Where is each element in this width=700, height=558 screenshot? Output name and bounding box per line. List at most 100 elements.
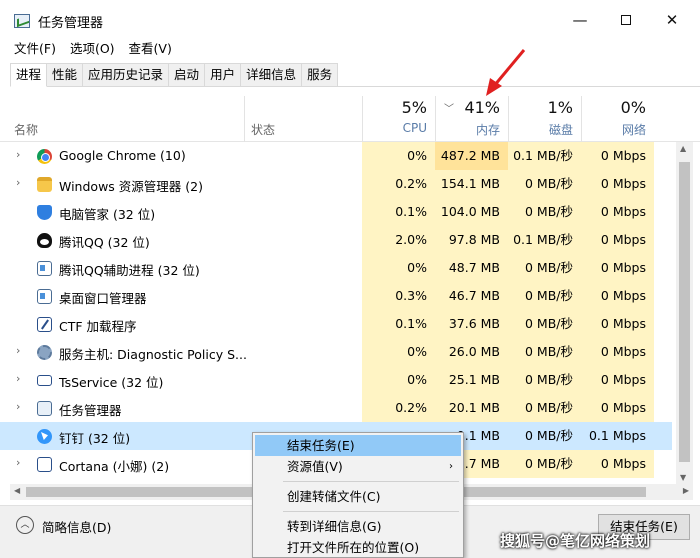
context-end-task[interactable]: 结束任务(E) <box>255 435 461 456</box>
memory-value: 46.7 MB <box>435 282 508 310</box>
network-value: 0 Mbps <box>581 226 654 254</box>
minimize-button[interactable]: — <box>568 10 592 30</box>
process-row[interactable]: 桌面窗口管理器 0.3% 46.7 MB 0 MB/秒 0 Mbps <box>0 282 672 310</box>
context-create-dump-label: 创建转储文件(C) <box>287 489 381 504</box>
network-value: 0.1 Mbps <box>581 422 654 450</box>
disk-value: 0 MB/秒 <box>508 450 581 478</box>
column-memory-label: 内存 <box>475 123 500 137</box>
title-bar: 任务管理器 — ✕ <box>0 0 700 38</box>
watermark: 搜狐号@笔亿网络策划 <box>500 532 651 550</box>
scroll-up-icon[interactable]: ▲ <box>680 144 686 153</box>
menu-separator <box>283 511 459 512</box>
task-manager-icon <box>37 401 52 416</box>
memory-value: 154.1 MB <box>435 170 508 198</box>
tab-details[interactable]: 详细信息 <box>240 63 303 86</box>
process-name: TsService (32 位) <box>59 375 164 390</box>
column-network[interactable]: 0% 网络 <box>581 96 654 142</box>
column-status[interactable]: 状态 <box>244 96 362 142</box>
vertical-scrollbar[interactable]: ▲ ▼ <box>676 142 693 484</box>
cpu-value: 0.2% <box>362 394 435 422</box>
cortana-icon <box>37 457 52 472</box>
memory-value: 26.0 MB <box>435 338 508 366</box>
menu-view[interactable]: 查看(V) <box>122 38 179 60</box>
network-value: 0 Mbps <box>581 338 654 366</box>
scroll-right-icon[interactable]: ▶ <box>683 486 689 495</box>
network-value: 0 Mbps <box>581 450 654 478</box>
process-row[interactable]: › Google Chrome (10) 0% 487.2 MB 0.1 MB/… <box>0 142 672 170</box>
process-row[interactable]: 腾讯QQ辅助进程 (32 位) 0% 48.7 MB 0 MB/秒 0 Mbps <box>0 254 672 282</box>
monitor-icon <box>37 375 52 386</box>
scroll-down-icon[interactable]: ▼ <box>680 473 686 482</box>
network-value: 0 Mbps <box>581 170 654 198</box>
context-go-to-details-label: 转到详细信息(G) <box>287 519 382 534</box>
maximize-button[interactable] <box>614 10 638 30</box>
window-icon <box>37 261 52 276</box>
submenu-arrow-icon: › <box>449 461 453 472</box>
process-row[interactable]: › 任务管理器 0.2% 20.1 MB 0 MB/秒 0 Mbps <box>0 394 672 422</box>
cpu-value: 2.0% <box>362 226 435 254</box>
context-resource-values[interactable]: 资源值(V) › <box>255 456 461 477</box>
context-go-to-details[interactable]: 转到详细信息(G) <box>255 516 461 537</box>
dingtalk-icon <box>37 429 52 444</box>
disk-value: 0 MB/秒 <box>508 310 581 338</box>
network-value: 0 Mbps <box>581 366 654 394</box>
shield-icon <box>37 205 52 220</box>
tab-performance[interactable]: 性能 <box>46 63 84 86</box>
memory-value: 25.1 MB <box>435 366 508 394</box>
process-name: Cortana (小娜) (2) <box>59 459 170 474</box>
context-open-file-location[interactable]: 打开文件所在的位置(O) <box>255 537 461 558</box>
expand-chevron-icon[interactable]: › <box>16 372 20 385</box>
context-create-dump[interactable]: 创建转储文件(C) <box>255 486 461 507</box>
context-resource-values-label: 资源值(V) <box>287 459 343 474</box>
cpu-value: 0.3% <box>362 282 435 310</box>
tab-app-history[interactable]: 应用历史记录 <box>82 63 170 86</box>
scroll-left-icon[interactable]: ◀ <box>14 486 20 495</box>
tab-processes[interactable]: 进程 <box>10 63 48 87</box>
process-row[interactable]: 腾讯QQ (32 位) 2.0% 97.8 MB 0.1 MB/秒 0 Mbps <box>0 226 672 254</box>
menu-file[interactable]: 文件(F) <box>0 38 63 60</box>
task-manager-icon <box>14 14 30 28</box>
menu-options[interactable]: 选项(O) <box>63 38 122 60</box>
tab-services[interactable]: 服务 <box>301 63 339 86</box>
expand-chevron-icon[interactable]: › <box>16 400 20 413</box>
column-cpu-label: CPU <box>402 121 427 135</box>
column-disk-label: 磁盘 <box>548 123 573 137</box>
tab-startup[interactable]: 启动 <box>168 63 206 86</box>
process-name: 服务主机: Diagnostic Policy S... <box>59 347 247 362</box>
process-list: › Google Chrome (10) 0% 487.2 MB 0.1 MB/… <box>0 142 672 482</box>
cpu-value: 0% <box>362 142 435 170</box>
column-disk[interactable]: 1% 磁盘 <box>508 96 581 142</box>
chevron-up-icon[interactable]: ︿ <box>16 516 34 534</box>
window-icon <box>37 289 52 304</box>
memory-value: 97.8 MB <box>435 226 508 254</box>
column-memory[interactable]: ﹀ 41% 内存 <box>435 96 508 142</box>
network-value: 0 Mbps <box>581 310 654 338</box>
expand-chevron-icon[interactable]: › <box>16 176 20 189</box>
column-name-label: 名称 <box>14 123 39 137</box>
menu-separator <box>283 481 459 482</box>
tab-bar: 进程 性能 应用历史记录 启动 用户 详细信息 服务 <box>10 63 700 87</box>
fewer-details-link[interactable]: 简略信息(D) <box>42 517 111 536</box>
network-value: 0 Mbps <box>581 394 654 422</box>
disk-value: 0 MB/秒 <box>508 366 581 394</box>
tab-users[interactable]: 用户 <box>204 63 242 86</box>
chrome-icon <box>37 149 52 164</box>
expand-chevron-icon[interactable]: › <box>16 344 20 357</box>
gear-icon <box>37 345 52 360</box>
cpu-value: 0.1% <box>362 198 435 226</box>
annotation-arrow-icon <box>486 49 526 96</box>
network-value: 0 Mbps <box>581 142 654 170</box>
disk-value: 0.1 MB/秒 <box>508 226 581 254</box>
process-row[interactable]: 电脑管家 (32 位) 0.1% 104.0 MB 0 MB/秒 0 Mbps <box>0 198 672 226</box>
expand-chevron-icon[interactable]: › <box>16 456 20 469</box>
process-row[interactable]: › Windows 资源管理器 (2) 0.2% 154.1 MB 0 MB/秒… <box>0 170 672 198</box>
process-row[interactable]: › 服务主机: Diagnostic Policy S... 0% 26.0 M… <box>0 338 672 366</box>
expand-chevron-icon[interactable]: › <box>16 148 20 161</box>
column-name[interactable]: 名称 <box>0 96 244 142</box>
process-row[interactable]: › TsService (32 位) 0% 25.1 MB 0 MB/秒 0 M… <box>0 366 672 394</box>
process-row[interactable]: CTF 加载程序 0.1% 37.6 MB 0 MB/秒 0 Mbps <box>0 310 672 338</box>
process-name: 电脑管家 (32 位) <box>59 207 156 222</box>
close-button[interactable]: ✕ <box>660 10 684 30</box>
column-cpu[interactable]: 5% CPU <box>362 96 435 142</box>
vertical-scroll-thumb[interactable] <box>679 162 690 462</box>
